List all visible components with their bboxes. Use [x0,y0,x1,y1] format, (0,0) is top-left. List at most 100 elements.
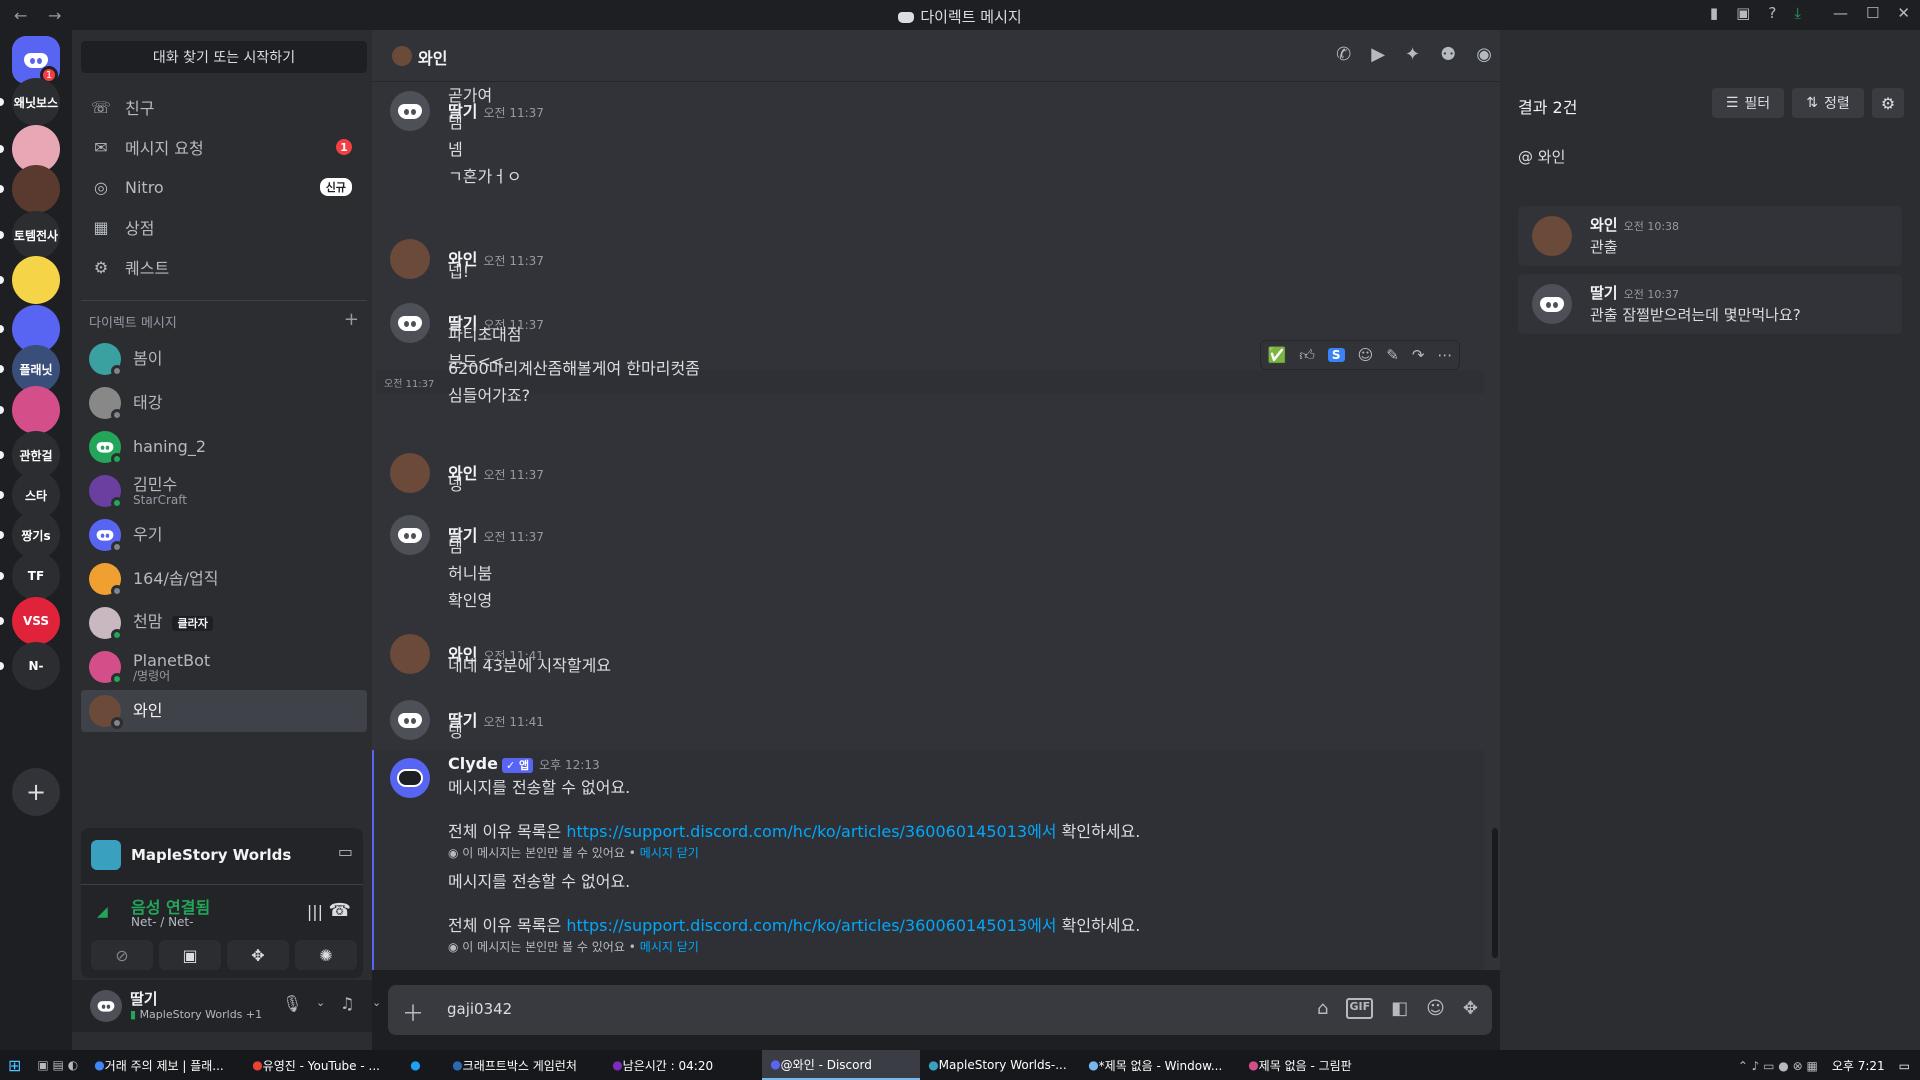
taskbar-app[interactable]: ● 크래프트박스 게임런처 [444,1050,604,1080]
gif-icon[interactable]: GIF [1346,998,1374,1019]
taskbar-app[interactable]: ● 유영진 - YouTube - ... [244,1050,402,1080]
message-avatar[interactable] [390,239,430,279]
help-icon[interactable]: ? [1768,4,1776,22]
attach-plus-icon[interactable]: ＋ [402,996,424,1028]
dm-item[interactable]: 김민수 StarCraft [81,470,367,512]
gift-icon[interactable]: ⌂ [1317,998,1328,1019]
maximize-icon[interactable]: ☐ [1866,4,1879,22]
screen-share-icon[interactable]: ▭ [338,842,353,861]
taskbar-pinned-icons[interactable]: ▣ ▤ ◐ [29,1050,86,1080]
nav-mail[interactable]: ✉ 메시지 요청 1 [81,128,367,166]
add-server-icon[interactable]: + [12,768,60,816]
microphone-icon[interactable]: 🎙︎ [282,994,302,1013]
add-reaction-icon[interactable]: ☺ [1358,346,1374,364]
dm-item[interactable]: 164/솝/업직 [81,558,367,600]
add-friends-dm-icon[interactable]: ⚉ [1440,44,1456,65]
dm-item[interactable]: 태강 [81,382,367,424]
headphones-icon[interactable]: ♫ [340,994,354,1013]
scrollbar-thumb[interactable] [1492,828,1498,958]
pinned-messages-icon[interactable]: ✦ [1405,44,1420,65]
taskbar-app[interactable]: ● [402,1050,444,1080]
bookmark-icon[interactable]: ▮ [1710,4,1718,22]
edit-icon[interactable]: ✎ [1386,346,1399,364]
message-avatar[interactable] [390,91,430,131]
conversation-search-button[interactable]: 대화 찾기 또는 시작하기 [81,41,367,73]
system-tray-icons[interactable]: ⌃ ♪ ▭ ● ⊗ ▦ [1738,1059,1818,1073]
server-icon[interactable]: 왜닛보스 [12,78,60,126]
more-icon[interactable]: ⋯ [1437,346,1452,364]
server-icon[interactable]: N- [12,642,60,690]
inbox-icon[interactable]: ▣ [1736,4,1750,22]
camera-off-button[interactable]: ⊘ [91,940,153,970]
download-icon[interactable]: ⤓ [1794,4,1801,22]
search-result[interactable]: 딸기 오전 10:37 관출 잠쩔받으려는데 몇만먹나요? [1518,274,1902,334]
activities-button[interactable]: ✥ [227,940,289,970]
server-icon[interactable] [12,165,60,213]
minimize-icon[interactable]: — [1833,4,1848,22]
audio-chevron-icon[interactable]: ⌄ [372,996,381,1009]
back-arrow-icon[interactable]: ← [14,6,34,25]
disconnect-icon[interactable]: ☎ [329,900,351,921]
user-avatar[interactable] [90,990,122,1022]
start-button[interactable]: ⊞ [0,1050,29,1080]
dm-item[interactable]: 와인 [81,690,367,732]
noise-suppression-icon[interactable]: ||| [307,902,323,921]
voice-call-icon[interactable]: ✆ [1336,44,1351,65]
server-icon[interactable]: VSS [12,597,60,645]
channel-title[interactable]: 와인 [418,45,447,69]
nav-quest[interactable]: ⚙ 퀘스트 [81,248,367,286]
nav-friends[interactable]: ☏ 친구 [81,88,367,126]
taskbar-app[interactable]: ● @와인 - Discord [762,1050,921,1080]
close-window-icon[interactable]: ✕ [1897,4,1910,22]
soundboard-button[interactable]: ✺ [295,940,357,970]
message-composer[interactable]: ＋ gaji0342 ⌂ GIF ◧ ☺ ✥ [388,985,1492,1035]
taskbar-app[interactable]: ● 남은시간 : 04:20 [604,1050,762,1080]
message-avatar[interactable] [390,453,430,493]
search-settings-button[interactable]: ⚙ [1872,88,1904,118]
user-profile-icon[interactable]: ◉ [1476,44,1492,65]
server-icon[interactable]: TF [12,552,60,600]
reaction-s-icon[interactable]: S [1327,348,1345,362]
message-avatar[interactable] [390,303,430,343]
sort-button[interactable]: ⇅ 정렬 [1792,88,1864,118]
nav-nitro[interactable]: ◎ Nitro 신규 [81,168,367,206]
create-dm-icon[interactable]: + [344,311,359,332]
dm-item[interactable]: 봄이 [81,338,367,380]
voice-channel[interactable]: Net- / Net- [131,915,193,929]
dm-item[interactable]: PlanetBot/명령어 [81,646,367,688]
dismiss-message-link[interactable]: 메시지 닫기 [640,940,699,954]
message-avatar[interactable] [390,515,430,555]
filter-button[interactable]: ☰ 필터 [1712,88,1784,118]
search-result[interactable]: 와인 오전 10:38 관출 [1518,206,1902,266]
mic-chevron-icon[interactable]: ⌄ [316,996,325,1009]
forward-icon[interactable]: ↷ [1412,346,1425,364]
taskbar-clock[interactable]: 오후 7:21 [1832,1057,1885,1074]
nav-shop[interactable]: ▦ 상점 [81,208,367,246]
username[interactable]: 딸기 [130,988,158,1009]
share-screen-button[interactable]: ▣ [159,940,221,970]
server-icon[interactable] [12,256,60,304]
server-icon[interactable] [12,386,60,434]
notification-icon[interactable]: ▭ [1899,1059,1910,1073]
message-avatar[interactable] [390,634,430,674]
sticker-icon[interactable]: ◧ [1391,998,1408,1019]
dm-item[interactable]: 우기 [81,514,367,556]
taskbar-app[interactable]: ● MapleStory Worlds-... [920,1050,1080,1080]
taskbar-app[interactable]: ● 거래 주의 제보 | 플래... [86,1050,244,1080]
taskbar-app[interactable]: ● 제목 없음 - 그림판 [1240,1050,1390,1080]
reaction-thumbs-up-icon[interactable]: 👍︎ [1299,346,1315,365]
dismiss-message-link[interactable]: 메시지 닫기 [640,846,699,860]
apps-icon[interactable]: ✥ [1463,998,1478,1019]
dm-item[interactable]: haning_2 [81,426,367,468]
support-link[interactable]: https://support.discord.com/hc/ko/articl… [566,822,1056,841]
video-call-icon[interactable]: ▶ [1371,44,1385,65]
support-link[interactable]: https://support.discord.com/hc/ko/articl… [566,916,1056,935]
message-avatar[interactable] [390,700,430,740]
emoji-icon[interactable]: ☺ [1426,998,1445,1019]
taskbar-app[interactable]: ● *제목 없음 - Window... [1080,1050,1240,1080]
forward-arrow-icon[interactable]: → [48,6,68,25]
dm-item[interactable]: 천맘 클라자 [81,602,367,644]
server-icon[interactable]: 토템전사 [12,211,60,259]
reaction-check-icon[interactable]: ✅ [1268,346,1287,364]
message-input[interactable]: gaji0342 [447,1000,512,1018]
